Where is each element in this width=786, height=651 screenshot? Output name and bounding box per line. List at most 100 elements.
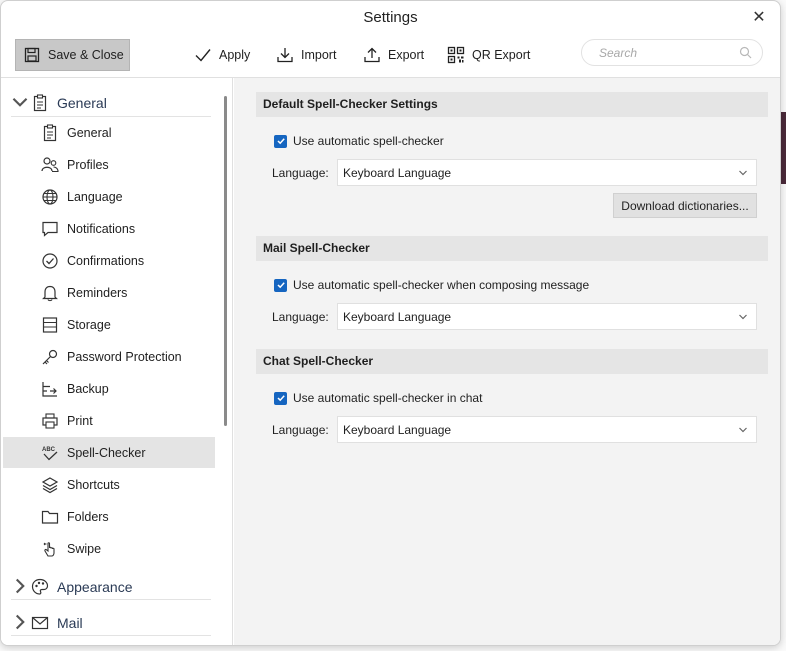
select-value: Keyboard Language: [343, 422, 452, 437]
group-label: Mail: [57, 615, 83, 631]
check-circle-icon: [42, 252, 58, 269]
main-panel: Default Spell-Checker Settings Use autom…: [234, 78, 780, 645]
sidebar-item-label: Storage: [67, 317, 111, 332]
qr-code-icon: [447, 46, 465, 64]
sidebar-item-general[interactable]: General: [3, 117, 215, 148]
sidebar-scrollbar[interactable]: [224, 96, 227, 426]
divider: [11, 599, 211, 600]
sidebar-item-label: Swipe: [67, 541, 102, 556]
chat-language-select[interactable]: Keyboard Language: [337, 416, 757, 443]
import-button[interactable]: Import: [276, 43, 336, 67]
toolbar: Save & Close Apply Import Export QR Expo…: [1, 35, 780, 77]
sidebar-item-label: Profiles: [67, 157, 109, 172]
checkmark-icon: [195, 49, 211, 62]
mail-spellcheck-checkbox[interactable]: Use automatic spell-checker when composi…: [274, 276, 589, 294]
chat-spellcheck-checkbox[interactable]: Use automatic spell-checker in chat: [274, 389, 482, 407]
folder-icon: [41, 510, 59, 524]
sidebar-item-label: Notifications: [67, 221, 136, 236]
search-box[interactable]: [581, 39, 763, 66]
checkbox-checked-icon: [274, 134, 287, 148]
search-input[interactable]: [599, 45, 719, 60]
apply-label: Apply: [219, 48, 251, 62]
checkbox-label: Use automatic spell-checker in chat: [293, 391, 483, 405]
clipboard-icon: [33, 94, 47, 112]
chevron-down-icon: [739, 314, 747, 319]
envelope-icon: [31, 616, 49, 630]
language-label: Language:: [272, 166, 329, 180]
chevron-down-icon: [739, 170, 747, 175]
clipboard-icon: [43, 123, 57, 141]
people-icon: [41, 156, 59, 172]
export-button[interactable]: Export: [363, 43, 424, 67]
select-value: Keyboard Language: [343, 165, 452, 180]
sidebar-item-notifications[interactable]: Notifications: [3, 213, 215, 244]
sidebar-item-profiles[interactable]: Profiles: [3, 149, 215, 180]
settings-dialog: Settings ✕ Save & Close Apply Import Exp…: [0, 0, 781, 646]
download-dictionaries-button[interactable]: Download dictionaries...: [613, 193, 757, 218]
sidebar-item-shortcuts[interactable]: Shortcuts: [3, 469, 215, 500]
sidebar-item-label: Backup: [67, 381, 109, 396]
chevron-down-icon: [739, 427, 747, 432]
section-header-default: Default Spell-Checker Settings: [256, 92, 768, 117]
sidebar-item-label: Confirmations: [67, 253, 145, 268]
settings-content: General General Profiles Language Notifi…: [1, 77, 780, 645]
backup-icon: [42, 381, 57, 397]
layers-icon: [41, 476, 59, 493]
window-title: Settings: [363, 9, 418, 26]
sidebar-item-label: Password Protection: [67, 349, 182, 364]
sidebar-item-label: Shortcuts: [67, 477, 120, 492]
chat-bubble-icon: [42, 221, 58, 237]
sidebar-item-password-protection[interactable]: Password Protection: [3, 341, 215, 372]
qr-export-button[interactable]: QR Export: [447, 43, 530, 67]
export-label: Export: [388, 48, 425, 62]
bell-icon: [42, 285, 58, 301]
sidebar-group-general[interactable]: General: [11, 90, 211, 116]
sidebar-item-folders[interactable]: Folders: [3, 501, 215, 532]
section-header-mail: Mail Spell-Checker: [256, 236, 768, 261]
checkbox-label: Use automatic spell-checker: [293, 134, 444, 148]
sidebar-item-confirmations[interactable]: Confirmations: [3, 245, 215, 276]
spellcheck-icon: ABC: [42, 447, 58, 460]
globe-icon: [42, 188, 58, 205]
printer-icon: [42, 412, 58, 429]
mail-language-select[interactable]: Keyboard Language: [337, 303, 757, 330]
title-bar: Settings ✕: [1, 1, 780, 35]
sidebar-item-label: General: [67, 125, 112, 140]
sidebar-item-swipe[interactable]: Swipe: [3, 533, 215, 564]
search-icon: [739, 46, 752, 59]
close-button[interactable]: ✕: [748, 1, 770, 35]
key-icon: [42, 349, 58, 364]
sidebar-item-label: Print: [67, 413, 93, 428]
chevron-right-icon: [11, 613, 25, 634]
default-language-select[interactable]: Keyboard Language: [337, 159, 757, 186]
sidebar-item-label: Language: [67, 189, 123, 204]
sidebar-item-print[interactable]: Print: [3, 405, 215, 436]
floppy-disk-icon: [24, 47, 40, 63]
import-icon: [277, 48, 293, 63]
group-label: General: [57, 95, 107, 111]
apply-button[interactable]: Apply: [194, 43, 250, 67]
sidebar-item-spell-checker[interactable]: ABC Spell-Checker: [3, 437, 215, 468]
storage-icon: [42, 316, 58, 333]
import-label: Import: [301, 48, 337, 62]
palette-icon: [31, 578, 49, 595]
section-header-chat: Chat Spell-Checker: [256, 349, 768, 374]
sidebar-item-storage[interactable]: Storage: [3, 309, 215, 340]
checkbox-label: Use automatic spell-checker when composi…: [293, 278, 590, 292]
group-label: Appearance: [57, 579, 133, 595]
save-close-button[interactable]: Save & Close: [15, 39, 130, 71]
sidebar: General General Profiles Language Notifi…: [1, 78, 233, 645]
sidebar-item-language[interactable]: Language: [3, 181, 215, 212]
default-spellcheck-checkbox[interactable]: Use automatic spell-checker: [274, 132, 444, 150]
sidebar-item-reminders[interactable]: Reminders: [3, 277, 215, 308]
sidebar-group-appearance[interactable]: Appearance: [11, 574, 211, 600]
language-label: Language:: [272, 310, 329, 324]
chevron-down-icon: [11, 93, 28, 114]
chevron-right-icon: [11, 577, 25, 598]
export-icon: [364, 47, 380, 63]
sidebar-item-backup[interactable]: Backup: [3, 373, 215, 404]
sidebar-item-label: Spell-Checker: [67, 445, 146, 460]
select-value: Keyboard Language: [343, 309, 452, 324]
swipe-hand-icon: [43, 541, 55, 557]
sidebar-group-mail[interactable]: Mail: [11, 610, 211, 636]
